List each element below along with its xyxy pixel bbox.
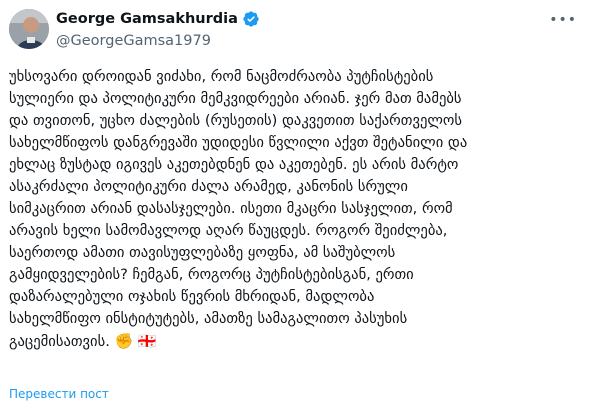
tweet-line: უხსოვარი დროიდან ვიძახი, რომ ნაცმოძრაობა…	[9, 68, 434, 85]
tweet-line: სულიერი და პოლიტიკური მემკვიდრეები არიან…	[9, 90, 462, 107]
tweet-line: დაზარალებული ოჯახის წევრის მხრიდან, მადლ…	[9, 288, 375, 305]
translate-post-link[interactable]: Перевести пост	[9, 387, 109, 401]
more-options-icon[interactable]: •••	[549, 12, 577, 28]
verified-badge-icon	[242, 10, 260, 28]
tweet-last-line: გაცემისათვის. ✊ 🇬🇪	[9, 330, 581, 353]
author-handle[interactable]: @GeorgeGamsa1979	[56, 33, 211, 49]
author-name-row: George Gamsakhurdia	[56, 9, 260, 29]
tweet-line: სიმკაცრით არიან დასასჯელები. ისეთი მკაცრ…	[9, 200, 453, 217]
tweet-line: არავის ხელი სამომავლოდ აღარ წაუცდეს. როგ…	[9, 222, 448, 239]
tweet-line: სახელმწიფო ინსტიტუტებს, ამათზე სამაგალით…	[9, 310, 408, 327]
tweet-line: ეხლაც ზუსტად იგივეს აკეთებდნენ და აკეთებ…	[9, 156, 459, 173]
georgia-flag-emoji-icon: 🇬🇪	[137, 332, 157, 350]
tweet-line: გამყიდველების? ჩემგან, როგორც პუტჩისტები…	[9, 266, 414, 283]
tweet-line: და თვითონ, უცხო ძალების (რუსეთის) დაკვეთ…	[9, 112, 462, 129]
tweet-line: საერთოდ ამათი თავისუფლებაზე ყოფნა, ამ სა…	[9, 244, 396, 261]
avatar[interactable]	[9, 9, 49, 49]
tweet-line: სახელმწიფოს დანგრევაში უდიდესი წვლილი აქ…	[9, 134, 468, 151]
author-display-name[interactable]: George Gamsakhurdia	[56, 11, 238, 27]
tweet-line-text: გაცემისათვის.	[9, 333, 110, 350]
raised-fist-emoji-icon: ✊	[114, 332, 134, 350]
tweet-line: ასაკრძალი პოლიტიკური ძალა არამედ, კანონი…	[9, 178, 408, 195]
tweet-text: უხსოვარი დროიდან ვიძახი, რომ ნაცმოძრაობა…	[9, 66, 581, 353]
